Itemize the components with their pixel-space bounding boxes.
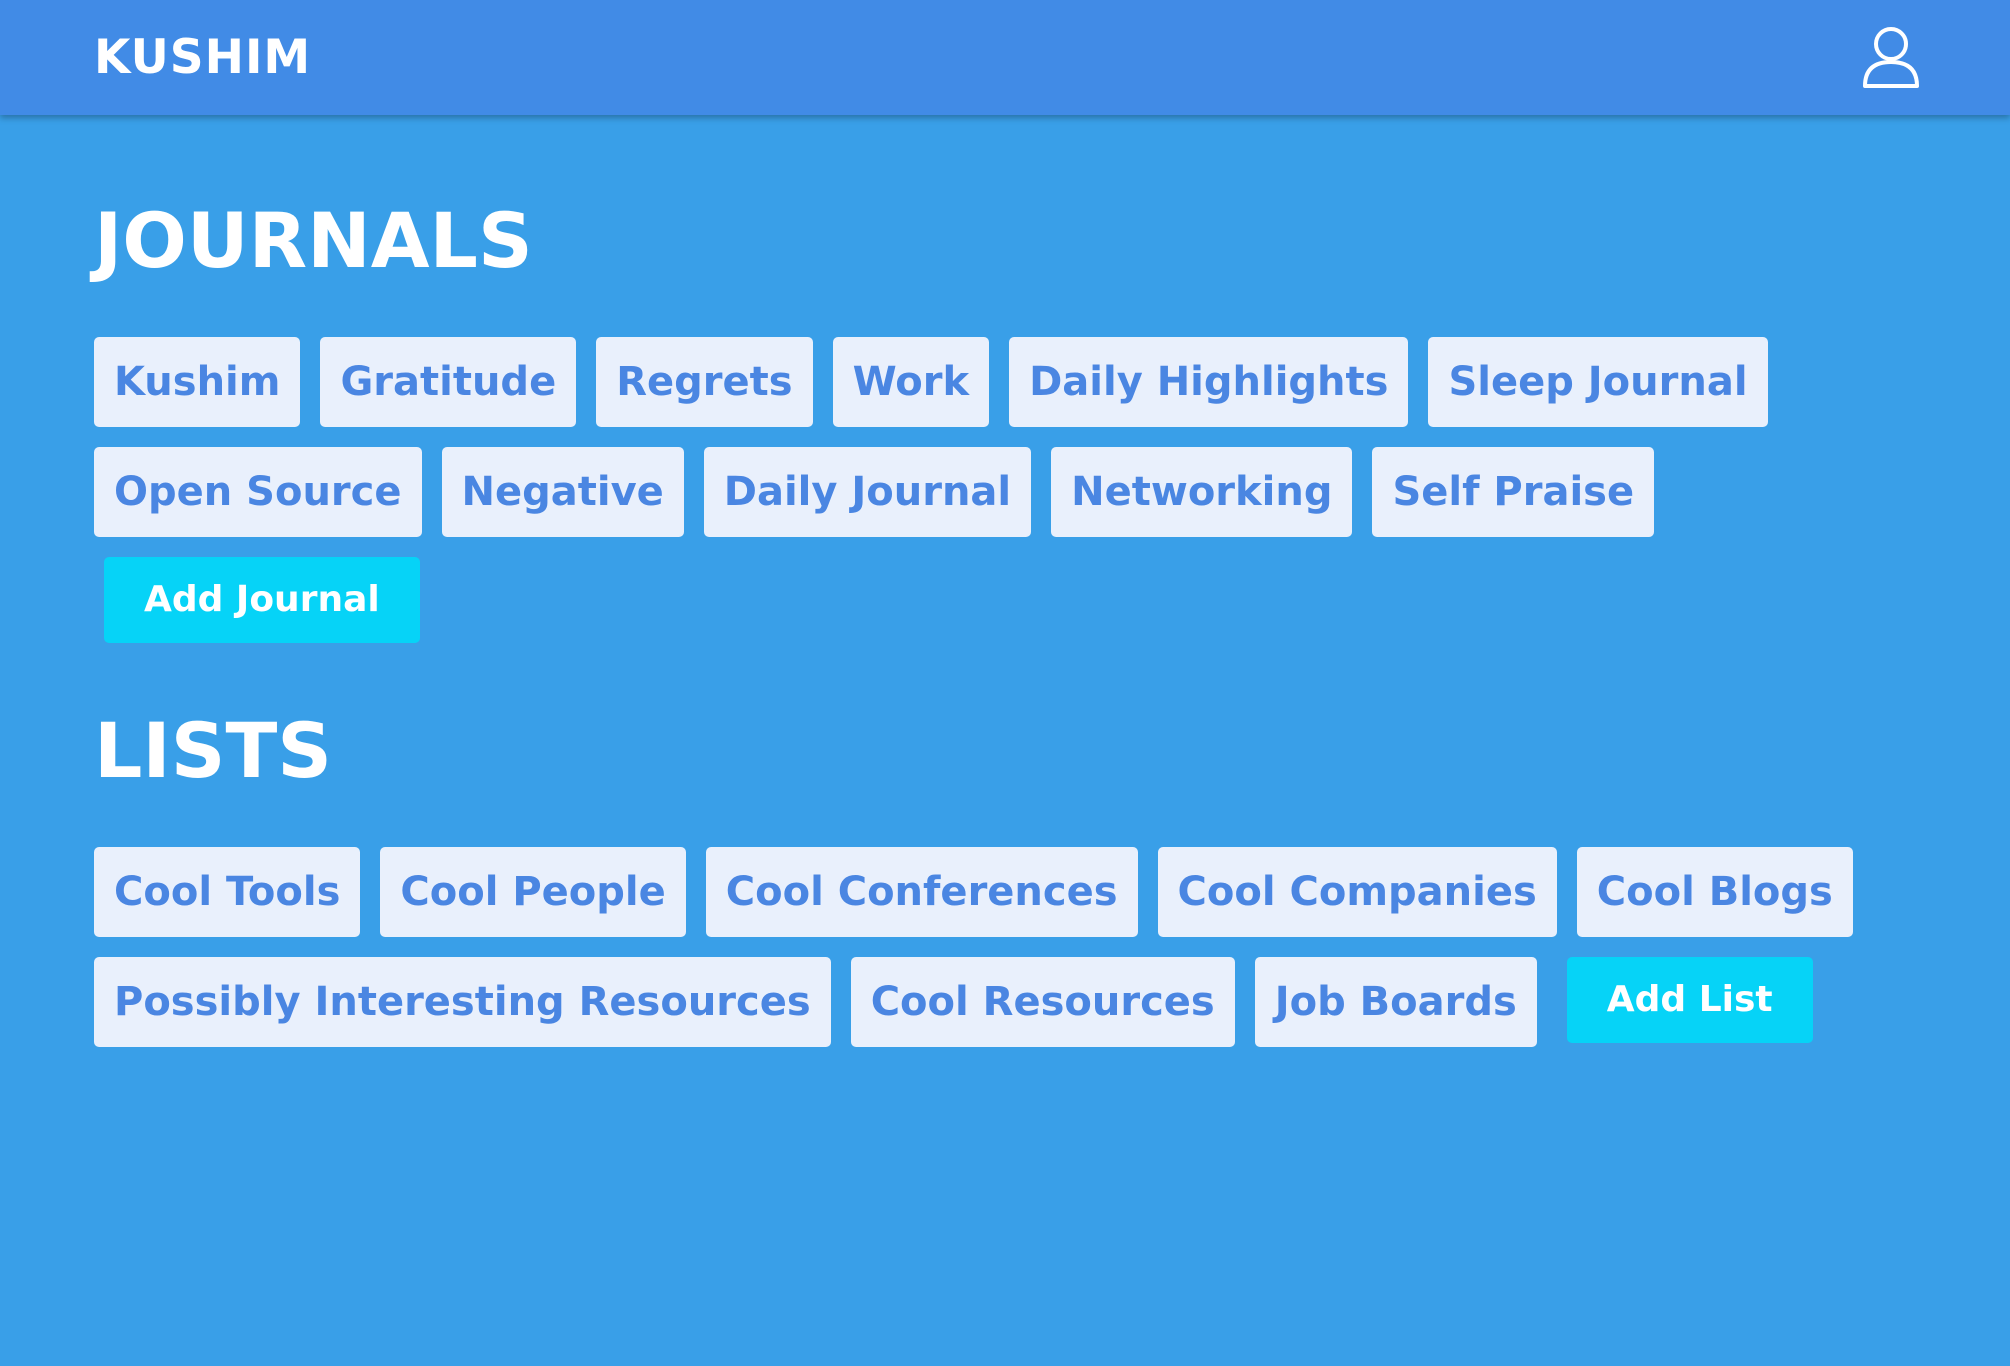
list-chip[interactable]: Job Boards	[1254, 957, 1537, 1047]
lists-heading: LISTS	[94, 706, 333, 795]
list-chip[interactable]: Cool Companies	[1157, 847, 1557, 937]
journal-chip[interactable]: Networking	[1051, 447, 1353, 537]
journal-chip[interactable]: Work	[832, 337, 990, 427]
list-chip[interactable]: Cool Conferences	[705, 847, 1138, 937]
list-chip[interactable]: Cool Resources	[850, 957, 1235, 1047]
journal-chip[interactable]: Regrets	[596, 337, 813, 427]
journal-chip[interactable]: Sleep Journal	[1428, 337, 1768, 427]
add-list-button[interactable]: Add List	[1566, 957, 1813, 1043]
journal-chip[interactable]: Daily Journal	[703, 447, 1032, 537]
journal-chip[interactable]: Negative	[441, 447, 684, 537]
user-icon	[1863, 27, 1919, 88]
journal-chip[interactable]: Daily Highlights	[1009, 337, 1409, 427]
list-chip[interactable]: Cool Blogs	[1576, 847, 1853, 937]
journal-chip[interactable]: Open Source	[94, 447, 422, 537]
list-chip[interactable]: Cool People	[380, 847, 686, 937]
list-chip[interactable]: Cool Tools	[94, 847, 361, 937]
journal-chip[interactable]: Kushim	[94, 337, 301, 427]
journal-chip[interactable]: Gratitude	[320, 337, 577, 427]
user-menu-button[interactable]	[1860, 24, 1922, 90]
brand-logo[interactable]: KUSHIM	[94, 28, 311, 88]
journals-list: Kushim Gratitude Regrets Work Daily High…	[94, 337, 1894, 643]
navbar: KUSHIM	[0, 0, 2010, 115]
list-chip[interactable]: Possibly Interesting Resources	[94, 957, 831, 1047]
journal-chip[interactable]: Self Praise	[1372, 447, 1655, 537]
journals-heading: JOURNALS	[94, 196, 533, 285]
lists-list: Cool Tools Cool People Cool Conferences …	[94, 847, 1894, 1047]
add-journal-button[interactable]: Add Journal	[104, 557, 420, 643]
